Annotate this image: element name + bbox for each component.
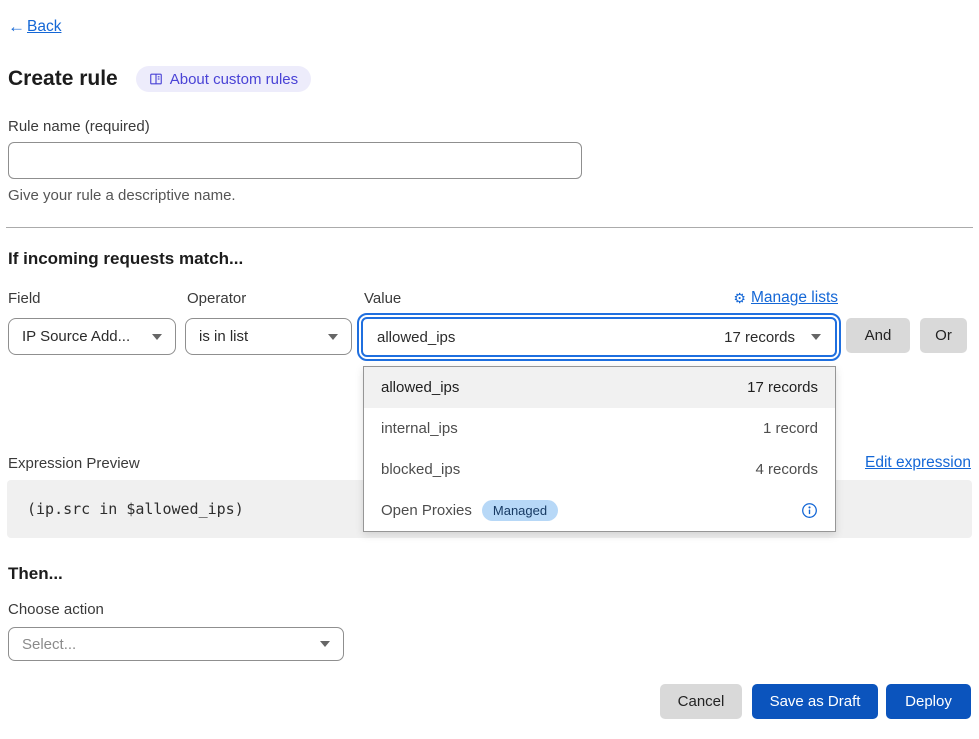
book-icon	[149, 72, 163, 86]
then-section-heading: Then...	[8, 564, 63, 584]
and-button[interactable]: And	[846, 318, 910, 353]
match-section-heading: If incoming requests match...	[8, 249, 243, 269]
option-records: 4 records	[755, 461, 818, 478]
dropdown-option-open-proxies[interactable]: Open Proxies Managed	[364, 490, 835, 531]
about-custom-rules-link[interactable]: About custom rules	[136, 66, 311, 92]
or-button[interactable]: Or	[920, 318, 967, 353]
list-dropdown-menu: allowed_ips 17 records internal_ips 1 re…	[363, 366, 836, 532]
rule-name-label: Rule name (required)	[8, 118, 150, 135]
action-select-placeholder: Select...	[22, 636, 76, 653]
manage-lists-link[interactable]: ⚙ Manage lists	[733, 289, 838, 307]
chevron-down-icon	[811, 334, 821, 340]
chevron-down-icon	[320, 641, 330, 647]
chevron-down-icon	[328, 334, 338, 340]
edit-expression-label: Edit expression	[865, 454, 971, 471]
value-select-records: 17 records	[724, 329, 795, 346]
choose-action-label: Choose action	[8, 601, 104, 618]
field-select-value: IP Source Add...	[22, 328, 130, 345]
about-custom-rules-label: About custom rules	[170, 71, 298, 88]
gear-icon: ⚙	[733, 291, 746, 305]
section-divider	[6, 227, 973, 228]
rule-name-helper: Give your rule a descriptive name.	[8, 187, 236, 204]
edit-expression-link[interactable]: Edit expression	[865, 454, 971, 472]
dropdown-option-internal-ips[interactable]: internal_ips 1 record	[364, 408, 835, 449]
dropdown-option-blocked-ips[interactable]: blocked_ips 4 records	[364, 449, 835, 490]
expression-preview-label: Expression Preview	[8, 455, 140, 472]
deploy-button[interactable]: Deploy	[886, 684, 971, 719]
dropdown-option-allowed-ips[interactable]: allowed_ips 17 records	[364, 367, 835, 408]
page-title: Create rule	[8, 67, 118, 91]
action-select[interactable]: Select...	[8, 627, 344, 661]
field-select[interactable]: IP Source Add...	[8, 318, 176, 355]
field-label: Field	[8, 290, 41, 307]
value-label: Value	[364, 290, 401, 307]
option-name: Open Proxies	[381, 502, 472, 519]
option-records: 17 records	[747, 379, 818, 396]
create-rule-page: ← Back Create rule About custom rules Ru…	[0, 0, 979, 739]
managed-badge: Managed	[482, 500, 558, 521]
back-link[interactable]: ← Back	[8, 17, 61, 37]
manage-lists-label: Manage lists	[751, 289, 838, 307]
value-select-name: allowed_ips	[377, 329, 455, 346]
operator-select[interactable]: is in list	[185, 318, 352, 355]
rule-name-input[interactable]	[8, 142, 582, 179]
back-arrow-icon: ←	[8, 17, 25, 37]
operator-label: Operator	[187, 290, 246, 307]
option-name: internal_ips	[381, 420, 458, 437]
option-records: 1 record	[763, 420, 818, 437]
operator-select-value: is in list	[199, 328, 248, 345]
value-select[interactable]: allowed_ips 17 records	[361, 317, 837, 357]
save-as-draft-button[interactable]: Save as Draft	[752, 684, 878, 719]
option-name: allowed_ips	[381, 379, 459, 396]
option-name: blocked_ips	[381, 461, 460, 478]
expression-code: (ip.src in $allowed_ips)	[27, 500, 244, 518]
cancel-button[interactable]: Cancel	[660, 684, 742, 719]
title-row: Create rule About custom rules	[8, 66, 311, 92]
back-label: Back	[27, 18, 61, 36]
chevron-down-icon	[152, 334, 162, 340]
info-icon[interactable]	[801, 502, 818, 519]
